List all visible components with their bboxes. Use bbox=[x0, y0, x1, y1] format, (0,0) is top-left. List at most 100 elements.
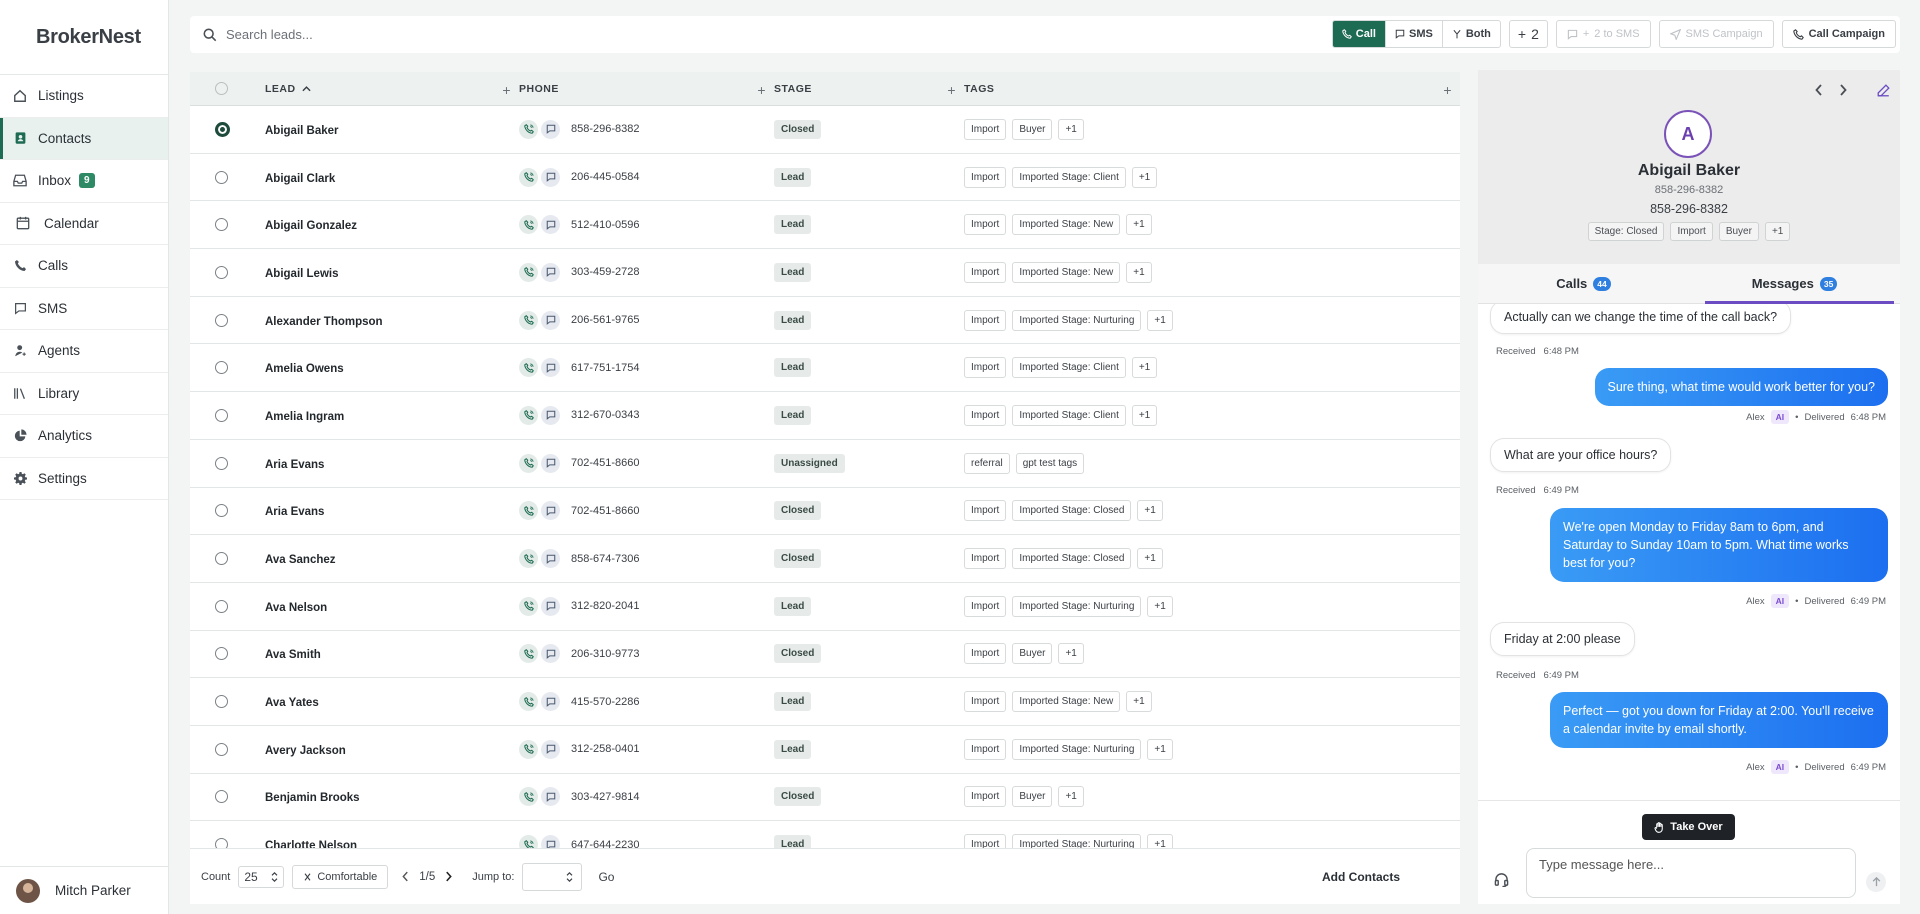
sms-icon[interactable] bbox=[541, 692, 560, 712]
row-select-radio[interactable] bbox=[215, 504, 228, 518]
count-select[interactable]: 25 bbox=[238, 865, 285, 888]
tag-chip[interactable]: +1 bbox=[1131, 166, 1158, 188]
call-icon[interactable] bbox=[519, 787, 538, 807]
sms-icon[interactable] bbox=[541, 739, 560, 759]
column-tags[interactable]: Tags + bbox=[964, 72, 1460, 105]
add-contacts-button[interactable]: Add Contacts bbox=[1322, 870, 1400, 884]
go-button[interactable]: Go bbox=[598, 870, 614, 884]
tag-chip[interactable]: Import bbox=[964, 643, 1007, 665]
tag-chip[interactable]: Buyer bbox=[1012, 118, 1053, 140]
lead-name[interactable]: Ava Smith bbox=[265, 649, 321, 661]
stage-badge[interactable]: Closed bbox=[774, 119, 822, 139]
table-row[interactable]: Abigail Gonzalez 512-410-0596 Lead Impor… bbox=[190, 201, 1460, 250]
table-row[interactable]: Alexander Thompson 206-561-9765 Lead Imp… bbox=[190, 297, 1460, 345]
row-select-radio[interactable] bbox=[215, 599, 228, 613]
tag-chip[interactable]: Import bbox=[964, 786, 1007, 808]
send-arrow-icon[interactable] bbox=[1866, 872, 1886, 892]
lead-name[interactable]: Avery Jackson bbox=[265, 745, 346, 757]
row-select-radio[interactable] bbox=[215, 647, 228, 661]
lead-name[interactable]: Amelia Ingram bbox=[265, 411, 344, 423]
lead-name[interactable]: Benjamin Brooks bbox=[265, 792, 360, 804]
call-icon[interactable] bbox=[519, 215, 538, 235]
tag-chip[interactable]: Imported Stage: New bbox=[1012, 214, 1121, 236]
stage-badge[interactable]: Lead bbox=[774, 596, 812, 616]
mode-call-button[interactable]: Call bbox=[1332, 21, 1386, 47]
call-icon[interactable] bbox=[519, 739, 538, 759]
stage-badge[interactable]: Closed bbox=[774, 644, 822, 664]
call-icon[interactable] bbox=[519, 644, 538, 664]
search-input[interactable] bbox=[226, 27, 826, 42]
sidebar-item-inbox[interactable]: Inbox 9 bbox=[0, 160, 168, 203]
mode-sms-button[interactable]: SMS bbox=[1386, 21, 1443, 47]
tag-chip[interactable]: Buyer bbox=[1012, 643, 1053, 665]
tag-chip[interactable]: Import bbox=[964, 357, 1007, 379]
tag-chip[interactable]: Import bbox=[964, 309, 1007, 331]
lead-name[interactable]: Abigail Clark bbox=[265, 173, 335, 185]
lead-tag[interactable]: Stage: Closed bbox=[1587, 222, 1665, 241]
sms-icon[interactable] bbox=[541, 358, 560, 378]
table-row[interactable]: Ava Nelson 312-820-2041 Lead Import Impor… bbox=[190, 583, 1460, 631]
row-select-radio[interactable] bbox=[215, 695, 228, 709]
add-column-icon[interactable]: + bbox=[502, 82, 511, 98]
sidebar-item-analytics[interactable]: Analytics bbox=[0, 415, 168, 458]
call-icon[interactable] bbox=[519, 405, 538, 425]
tag-chip[interactable]: Imported Stage: Closed bbox=[1012, 548, 1132, 570]
row-select-radio[interactable] bbox=[215, 790, 228, 804]
sms-icon[interactable] bbox=[541, 596, 560, 616]
table-row[interactable]: Ava Smith 206-310-9773 Closed Import Buye… bbox=[190, 631, 1460, 679]
tag-chip[interactable]: +1 bbox=[1147, 738, 1173, 760]
table-row[interactable]: Amelia Owens 617-751-1754 Lead Import Imp… bbox=[190, 344, 1460, 393]
stage-badge[interactable]: Lead bbox=[774, 215, 812, 235]
sms-icon[interactable] bbox=[541, 405, 560, 425]
tag-chip[interactable]: Import bbox=[964, 118, 1007, 140]
row-select-radio[interactable] bbox=[215, 313, 228, 327]
lead-name[interactable]: Abigail Lewis bbox=[265, 268, 339, 280]
call-campaign-button[interactable]: Call Campaign bbox=[1781, 20, 1896, 48]
user-profile[interactable]: Mitch Parker bbox=[0, 866, 168, 914]
lead-name[interactable]: Ava Nelson bbox=[265, 602, 327, 614]
sms-icon[interactable] bbox=[541, 787, 560, 807]
sms-campaign-button[interactable]: SMS Campaign bbox=[1658, 20, 1774, 48]
tag-chip[interactable]: +1 bbox=[1147, 309, 1173, 331]
sms-icon[interactable] bbox=[541, 644, 560, 664]
sms-icon[interactable] bbox=[541, 310, 560, 330]
lead-name[interactable]: Charlotte Nelson bbox=[265, 840, 357, 848]
tag-chip[interactable]: +1 bbox=[1131, 357, 1158, 379]
sidebar-item-sms[interactable]: SMS bbox=[0, 288, 168, 330]
lead-name[interactable]: Ava Yates bbox=[265, 697, 319, 709]
tag-chip[interactable]: Import bbox=[964, 404, 1007, 426]
call-icon[interactable] bbox=[519, 692, 538, 712]
tag-chip[interactable]: +1 bbox=[1147, 595, 1173, 617]
stage-badge[interactable]: Lead bbox=[774, 358, 812, 378]
to-sms-button[interactable]: + 2 to SMS bbox=[1555, 20, 1651, 48]
tab-calls[interactable]: Calls 44 bbox=[1478, 264, 1689, 303]
sidebar-item-calendar[interactable]: Calendar bbox=[0, 203, 168, 245]
row-select-radio[interactable] bbox=[215, 361, 228, 375]
tag-chip[interactable]: Import bbox=[964, 595, 1007, 617]
call-icon[interactable] bbox=[519, 835, 538, 848]
add-column-icon[interactable]: + bbox=[947, 82, 956, 98]
tag-chip[interactable]: Import bbox=[964, 548, 1007, 570]
tag-chip[interactable]: +1 bbox=[1131, 404, 1158, 426]
tag-chip[interactable]: Import bbox=[964, 738, 1007, 760]
density-toggle-button[interactable]: Comfortable bbox=[292, 864, 389, 889]
tab-messages[interactable]: Messages 35 bbox=[1689, 264, 1900, 304]
tag-chip[interactable]: Import bbox=[964, 214, 1007, 236]
tag-chip[interactable]: Imported Stage: Nurturing bbox=[1012, 309, 1142, 331]
stage-badge[interactable]: Closed bbox=[774, 501, 822, 521]
message-input[interactable]: Type message here... bbox=[1526, 848, 1856, 898]
next-page-icon[interactable] bbox=[445, 871, 453, 882]
sms-icon[interactable] bbox=[541, 501, 560, 521]
row-select-radio[interactable] bbox=[215, 456, 228, 470]
call-icon[interactable] bbox=[519, 501, 538, 521]
stage-badge[interactable]: Closed bbox=[774, 549, 822, 569]
call-icon[interactable] bbox=[519, 119, 538, 139]
tag-chip[interactable]: gpt test tags bbox=[1015, 452, 1085, 474]
prev-page-icon[interactable] bbox=[402, 871, 409, 882]
stage-badge[interactable]: Lead bbox=[774, 692, 812, 712]
column-stage[interactable]: Stage + bbox=[774, 72, 964, 105]
sidebar-item-settings[interactable]: Settings bbox=[0, 458, 168, 500]
lead-phone[interactable]: 858-296-8382 bbox=[1478, 202, 1900, 216]
tag-chip[interactable]: Imported Stage: Closed bbox=[1012, 500, 1132, 522]
call-icon[interactable] bbox=[519, 358, 538, 378]
